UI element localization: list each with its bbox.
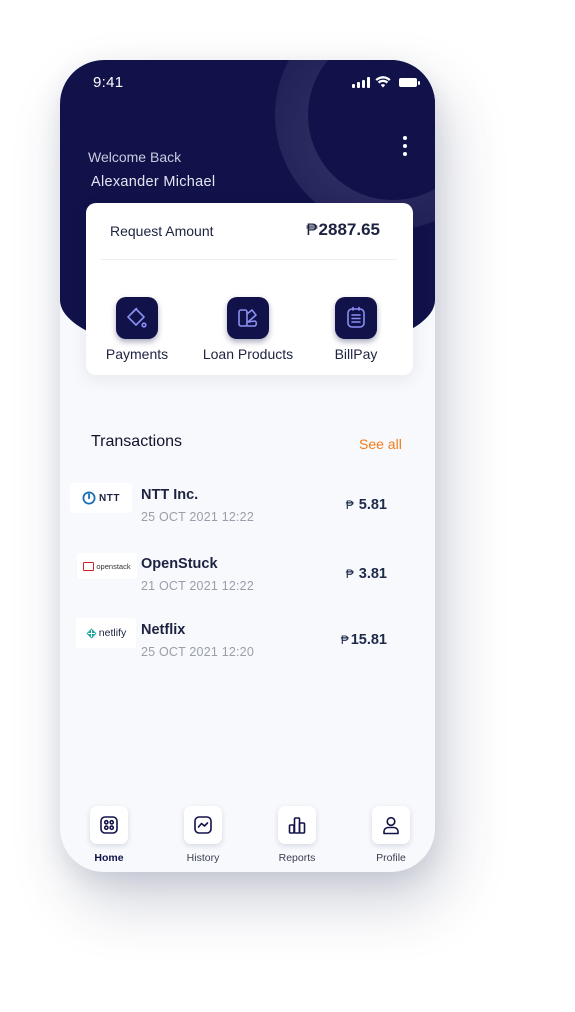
signal-icon [352, 76, 370, 88]
transaction-date: 25 OCT 2021 12:22 [141, 510, 254, 524]
wifi-icon [375, 76, 391, 88]
openstack-logo: openstack [77, 553, 137, 579]
tab-history-label: History [186, 852, 220, 864]
request-card: Request Amount ₱2887.65 Payments Loan Pr… [86, 203, 413, 375]
more-options-icon[interactable] [403, 136, 407, 156]
loan-products-label: Loan Products [202, 346, 294, 362]
ntt-logo: NTT [70, 483, 132, 513]
home-icon [90, 806, 128, 844]
welcome-text: Welcome Back [88, 149, 182, 165]
payments-button[interactable]: Payments [106, 297, 168, 362]
tab-history[interactable]: History [173, 806, 233, 864]
transactions-title: Transactions [91, 433, 182, 450]
request-amount-label: Request Amount [110, 223, 214, 239]
divider [101, 259, 397, 260]
currency-symbol: ₱ [345, 567, 354, 581]
netlify-logo: netlify [76, 618, 136, 648]
transaction-name: OpenStuck [141, 556, 218, 572]
billpay-label: BillPay [334, 346, 378, 362]
tab-home[interactable]: Home [79, 806, 139, 864]
see-all-link[interactable]: See all [359, 436, 402, 452]
transaction-date: 25 OCT 2021 12:20 [141, 645, 254, 659]
tab-profile-label: Profile [376, 852, 406, 864]
currency-symbol: ₱ [340, 633, 349, 647]
reports-icon [278, 806, 316, 844]
status-icons [352, 76, 420, 88]
request-amount-value: ₱2887.65 [306, 220, 380, 240]
phone-frame: 9:41 Welcome Back Alexander Michael Requ… [60, 60, 435, 872]
battery-icon [399, 77, 420, 87]
transaction-row[interactable]: netlify Netflix 25 OCT 2021 12:20 ₱ 15.81 [60, 618, 435, 668]
transaction-amount: ₱ 15.81 [340, 632, 387, 648]
bottom-tab-bar: Home History Reports Profile [60, 806, 435, 866]
user-name: Alexander Michael [91, 174, 216, 190]
history-icon [184, 806, 222, 844]
currency-symbol: ₱ [345, 498, 354, 512]
transaction-row[interactable]: NTT NTT Inc. 25 OCT 2021 12:22 ₱ 5.81 [60, 483, 435, 533]
billpay-icon [335, 297, 377, 339]
loan-products-button[interactable]: Loan Products [198, 297, 298, 362]
tab-reports[interactable]: Reports [267, 806, 327, 864]
tab-profile[interactable]: Profile [361, 806, 421, 864]
transaction-amount: ₱ 3.81 [345, 566, 387, 582]
status-time: 9:41 [93, 74, 124, 91]
tab-reports-label: Reports [278, 852, 316, 864]
tab-home-label: Home [94, 852, 124, 864]
transaction-row[interactable]: openstack OpenStuck 21 OCT 2021 12:22 ₱ 3… [60, 552, 435, 602]
transaction-amount: ₱ 5.81 [345, 497, 387, 513]
transaction-name: NTT Inc. [141, 487, 199, 503]
payments-label: Payments [105, 346, 169, 362]
profile-icon [372, 806, 410, 844]
billpay-button[interactable]: BillPay [325, 297, 387, 362]
transaction-date: 21 OCT 2021 12:22 [141, 579, 254, 593]
loan-products-icon [227, 297, 269, 339]
transaction-name: Netflix [141, 622, 186, 638]
currency-symbol: ₱ [306, 220, 318, 239]
payments-icon [116, 297, 158, 339]
request-amount: 2887.65 [318, 220, 380, 239]
